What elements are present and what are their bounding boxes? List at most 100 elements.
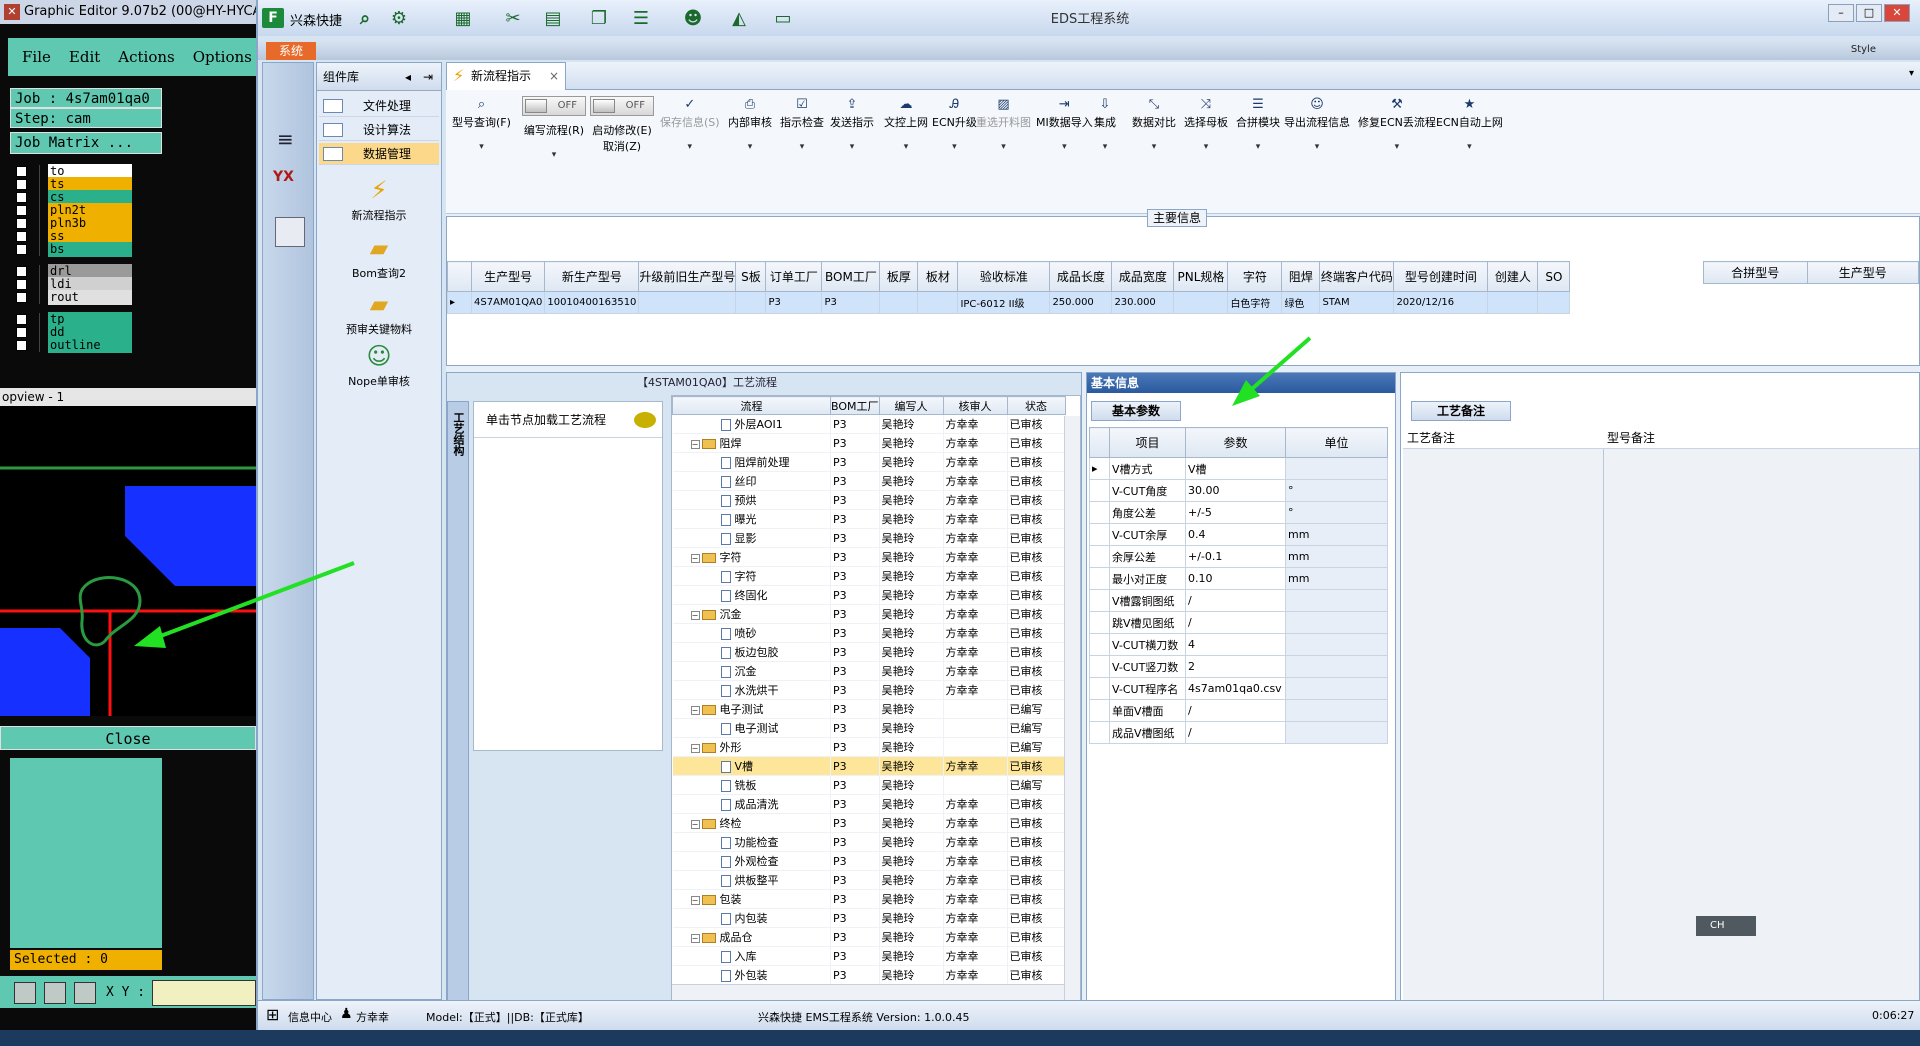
toolbar-button-9[interactable]: ▨ 重选开料图 ▾ — [976, 96, 1031, 186]
tree-node[interactable]: − 字符 — [672, 547, 831, 567]
toggle-switch[interactable]: OFF — [522, 96, 586, 116]
info-center-link[interactable]: 信息中心 — [288, 1009, 332, 1025]
tab-close-icon[interactable]: × — [549, 63, 559, 89]
tree-node[interactable]: − 电子测试 — [672, 699, 831, 719]
collapse-icon[interactable]: − — [690, 610, 700, 620]
ge-grid-icon[interactable] — [74, 982, 96, 1004]
tree-node[interactable]: − 沉金 — [672, 604, 831, 624]
column-header[interactable]: 流程 — [672, 396, 831, 415]
tab-dropdown-icon[interactable]: ▾ — [1909, 68, 1914, 79]
tree-node[interactable]: − 阻焊 — [672, 433, 831, 453]
tree-row[interactable]: V槽 P3 吴艳玲 方幸幸 已审核 — [672, 756, 1066, 776]
chevron-down-icon[interactable]: ▾ — [976, 142, 1031, 152]
ge-menu-file[interactable]: File — [22, 48, 51, 66]
ge-layer-checkbox[interactable] — [16, 340, 27, 351]
chevron-down-icon[interactable]: ▾ — [452, 142, 511, 152]
chevron-down-icon[interactable]: ▾ — [830, 142, 874, 152]
collapse-icon[interactable]: − — [690, 743, 700, 753]
tree-row[interactable]: 电子测试 P3 吴艳玲 已编写 — [672, 718, 1066, 738]
chevron-down-icon[interactable]: ▾ — [1236, 142, 1280, 152]
tree-row[interactable]: − 外形 P3 吴艳玲 已编写 — [672, 737, 1066, 757]
ge-close-button[interactable]: Close — [0, 726, 256, 750]
list-icon[interactable]: ☰ — [630, 8, 652, 30]
screen-icon[interactable]: ▭ — [772, 8, 794, 30]
chevron-down-icon[interactable]: ▾ — [780, 142, 824, 152]
ge-job-field[interactable]: Job : 4s7am01qa0 — [10, 88, 162, 108]
tree-node[interactable]: 成品清洗 — [672, 794, 831, 814]
table-cell[interactable] — [917, 291, 959, 314]
ge-snap-icon[interactable] — [44, 982, 66, 1004]
ge-layer-checkbox[interactable] — [16, 266, 27, 277]
collapse-icon[interactable]: − — [690, 553, 700, 563]
sidebar-item-nope-review[interactable]: ☺ Nope单审核 — [317, 341, 441, 389]
toolbar-button-6[interactable]: ⇪ 发送指示 ▾ — [830, 96, 874, 186]
sidebar-item-pre-review[interactable]: ▰ 预审关键物料 — [317, 289, 441, 337]
toolbar-button-15[interactable]: ☺ 导出流程信息 ▾ — [1284, 96, 1350, 186]
table-cell[interactable]: 230.000 — [1111, 291, 1175, 314]
param-value[interactable]: 2 — [1185, 655, 1286, 678]
tree-row[interactable]: 阻焊前处理 P3 吴艳玲 方幸幸 已审核 — [672, 452, 1066, 472]
table-cell[interactable] — [638, 291, 737, 314]
yx-module-icon[interactable]: YX — [273, 169, 309, 205]
param-value[interactable]: 0.4 — [1185, 523, 1286, 546]
ge-layer-checkbox[interactable] — [16, 179, 27, 190]
param-row[interactable]: 最小对正度 0.10 mm — [1089, 567, 1388, 590]
column-header[interactable]: BOM工厂 — [821, 261, 881, 292]
tree-row[interactable]: 字符 P3 吴艳玲 方幸幸 已审核 — [672, 566, 1066, 586]
tree-row[interactable]: 终固化 P3 吴艳玲 方幸幸 已审核 — [672, 585, 1066, 605]
tree-node[interactable]: 沉金 — [672, 661, 831, 681]
tree-node[interactable]: 外层AOI1 — [672, 414, 831, 434]
column-header[interactable]: 编写人 — [878, 396, 944, 415]
ge-layer-row[interactable]: rout — [10, 290, 132, 305]
table-cell[interactable] — [1537, 291, 1571, 314]
param-value[interactable]: 4 — [1185, 633, 1286, 656]
toolbar-button-4[interactable]: ⎙ 内部审核 ▾ — [728, 96, 772, 186]
process-tree[interactable]: 流程 BOM工厂 编写人 核审人 状态 外层AOI1 P3 吴艳玲 方幸幸 已审核 − 阻焊 P3 吴艳… — [671, 395, 1081, 1001]
tree-node[interactable]: 入库 — [672, 946, 831, 966]
close-button[interactable]: ✕ — [1884, 4, 1910, 22]
toolbar-button-16[interactable]: ⚒ 修复ECN丢流程 ▾ — [1358, 96, 1436, 186]
param-row[interactable]: ▸ V槽方式 V槽 — [1089, 457, 1388, 480]
tree-row[interactable]: 曝光 P3 吴艳玲 方幸幸 已审核 — [672, 509, 1066, 529]
tree-row[interactable]: − 电子测试 P3 吴艳玲 已编写 — [672, 699, 1066, 719]
settings-icon[interactable]: ⚙ — [388, 8, 410, 30]
tree-node[interactable]: 功能检查 — [672, 832, 831, 852]
minimize-button[interactable]: – — [1828, 4, 1854, 22]
ge-layer-checkbox[interactable] — [16, 314, 27, 325]
sidebar-item-new-process[interactable]: ⚡ 新流程指示 — [317, 175, 441, 223]
column-header[interactable]: 成品长度 — [1049, 261, 1113, 292]
ge-menu-actions[interactable]: Actions — [118, 48, 174, 66]
collapse-left-icon[interactable]: ◂ — [405, 63, 411, 91]
param-row[interactable]: V-CUT余厚 0.4 mm — [1089, 523, 1388, 546]
table-cell[interactable] — [879, 291, 919, 314]
table-cell[interactable]: 250.000 — [1049, 291, 1113, 314]
table-cell[interactable]: IPC-6012 II级 — [957, 291, 1051, 314]
chevron-down-icon[interactable]: ▾ — [1284, 142, 1350, 152]
column-header[interactable]: 创建人 — [1487, 261, 1539, 292]
toggle-switch[interactable]: OFF — [590, 96, 654, 116]
tree-node[interactable]: V槽 — [672, 756, 831, 776]
table-cell[interactable] — [1487, 291, 1539, 314]
search-icon[interactable]: ⌕ — [354, 8, 376, 30]
column-header[interactable]: 参数 — [1185, 427, 1286, 458]
toolbar-button-3[interactable]: ✓ 保存信息(S) ▾ — [660, 96, 720, 186]
table-cell[interactable]: 白色字符 — [1227, 291, 1283, 314]
tree-node[interactable]: 烘板整平 — [672, 870, 831, 890]
column-header[interactable]: PNL规格 — [1173, 261, 1229, 292]
column-header[interactable]: 板厚 — [879, 261, 919, 292]
toolbar-button-8[interactable]: Ꭿ ECN升级 ▾ — [932, 96, 977, 186]
tree-node[interactable]: 电子测试 — [672, 718, 831, 738]
tree-row[interactable]: 喷砂 P3 吴艳玲 方幸幸 已审核 — [672, 623, 1066, 643]
param-row[interactable]: V槽露铜图纸 / — [1089, 589, 1388, 612]
tree-row[interactable]: − 阻焊 P3 吴艳玲 方幸幸 已审核 — [672, 433, 1066, 453]
param-value[interactable]: 0.10 — [1185, 567, 1286, 590]
sidebar-item-file-processing[interactable]: 文件处理 — [319, 95, 439, 117]
chevron-down-icon[interactable]: ▾ — [1132, 142, 1176, 152]
tree-row[interactable]: 预烘 P3 吴艳玲 方幸幸 已审核 — [672, 490, 1066, 510]
pin-icon[interactable]: ⇥ — [423, 63, 433, 91]
ge-zoom-icon[interactable] — [14, 982, 36, 1004]
tree-row[interactable]: 成品清洗 P3 吴艳玲 方幸幸 已审核 — [672, 794, 1066, 814]
tree-row[interactable]: 显影 P3 吴艳玲 方幸幸 已审核 — [672, 528, 1066, 548]
toolbar-button-13[interactable]: ⤨ 选择母板 ▾ — [1184, 96, 1228, 186]
ge-layer-checkbox[interactable] — [16, 192, 27, 203]
